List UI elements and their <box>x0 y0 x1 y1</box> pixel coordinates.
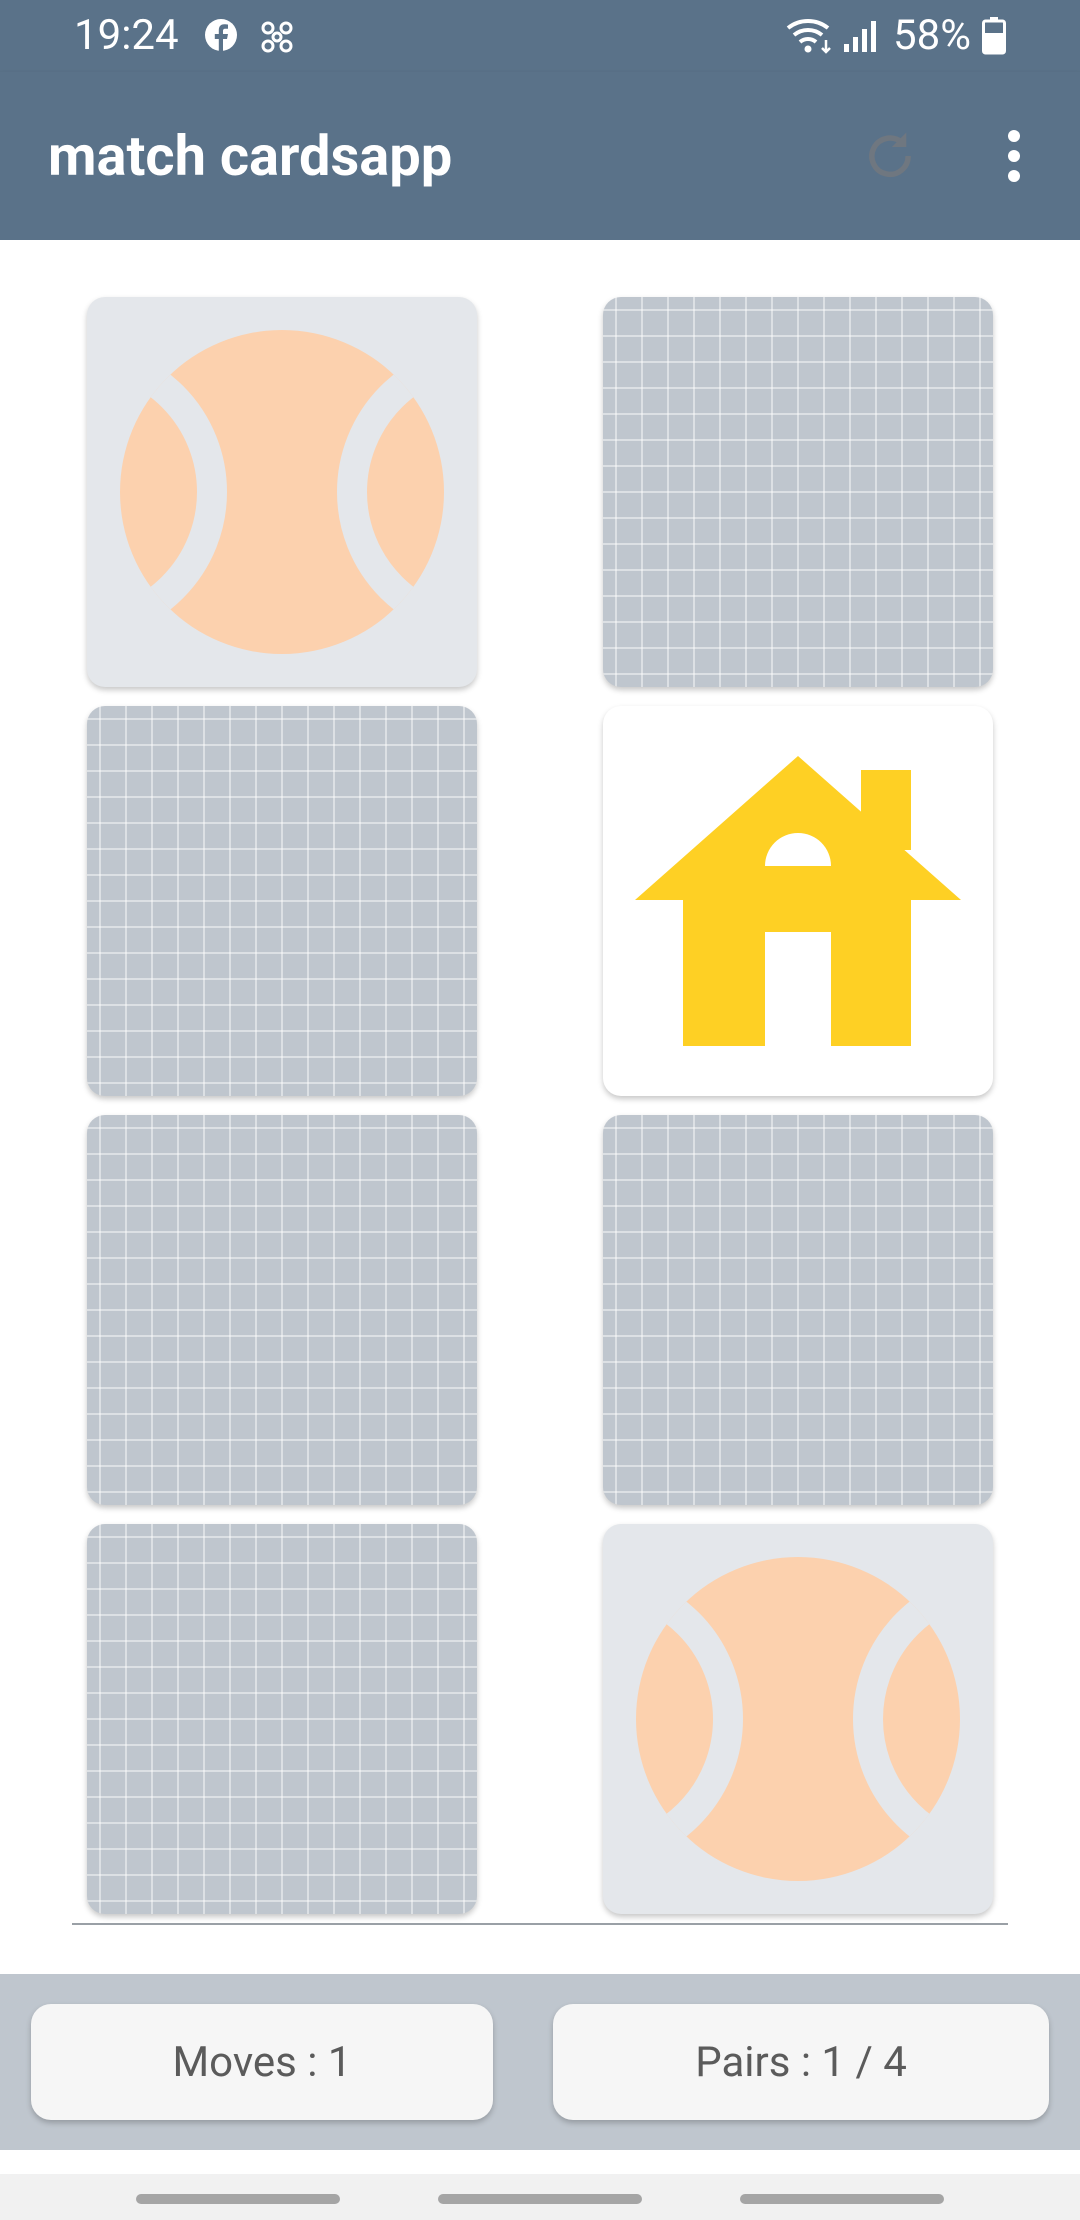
more-options-button[interactable] <box>990 124 1038 188</box>
wifi-icon <box>786 16 834 56</box>
refresh-icon <box>869 132 911 178</box>
nav-home-handle[interactable] <box>438 2194 642 2204</box>
status-time: 19:24 <box>74 11 179 60</box>
status-bar: 19:24 58% <box>0 0 1080 72</box>
house-icon <box>635 756 961 1048</box>
nav-recents-handle[interactable] <box>136 2194 340 2204</box>
app-title: match cardsapp <box>48 123 453 189</box>
pairs-counter: Pairs : 1 / 4 <box>553 2004 1049 2120</box>
nav-back-handle[interactable] <box>740 2194 944 2204</box>
card-1[interactable] <box>87 297 477 687</box>
card-board <box>0 240 1080 1974</box>
app-bar: match cardsapp <box>0 72 1080 240</box>
battery-icon <box>982 17 1006 55</box>
ball-icon <box>636 1557 960 1881</box>
board-divider <box>72 1923 1008 1925</box>
card-6[interactable] <box>603 1115 993 1505</box>
card-8[interactable] <box>603 1524 993 1914</box>
card-4[interactable] <box>603 706 993 1096</box>
battery-percent: 58% <box>893 11 971 60</box>
moves-label: Moves : 1 <box>172 2037 352 2087</box>
facebook-icon <box>204 18 238 52</box>
card-2[interactable] <box>603 297 993 687</box>
card-7[interactable] <box>87 1524 477 1914</box>
system-nav-bar <box>0 2174 1080 2220</box>
score-footer: Moves : 1 Pairs : 1 / 4 <box>0 1974 1080 2150</box>
card-3[interactable] <box>87 706 477 1096</box>
ball-icon <box>120 330 444 654</box>
refresh-button[interactable] <box>858 124 922 188</box>
pairs-label: Pairs : 1 / 4 <box>695 2037 907 2087</box>
moves-counter: Moves : 1 <box>31 2004 493 2120</box>
fan-icon <box>258 18 296 56</box>
more-vert-icon <box>1008 130 1020 182</box>
signal-icon <box>842 18 878 54</box>
card-5[interactable] <box>87 1115 477 1505</box>
